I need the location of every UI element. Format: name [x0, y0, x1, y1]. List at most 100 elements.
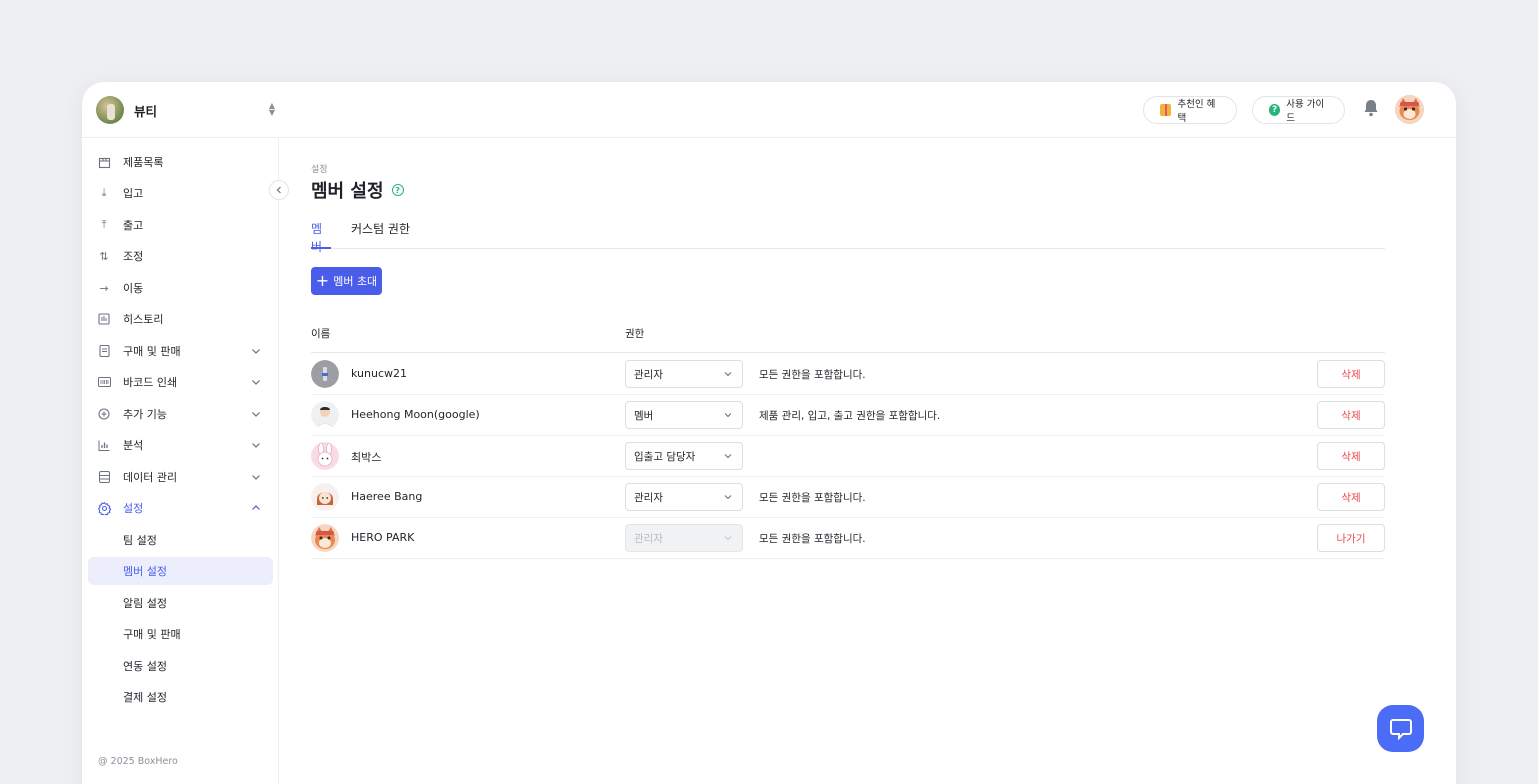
table-row: Heehong Moon(google) 멤버 제품 관리, 입고, 출고 권한…	[311, 395, 1385, 436]
sidebar-item-label: 설정	[123, 502, 144, 515]
gift-icon	[1160, 104, 1172, 116]
sidebar-subitem-label: 연동 설정	[123, 660, 167, 673]
sidebar-item-data-management[interactable]: 데이터 관리	[88, 463, 273, 491]
role-select[interactable]: 입출고 담당자	[625, 442, 743, 470]
team-switcher[interactable]: 뷰티 ▲ ▼	[96, 96, 275, 124]
tab-custom-permissions[interactable]: 커스텀 권한	[351, 220, 410, 249]
sidebar-subitem-member-settings[interactable]: 멤버 설정	[88, 557, 273, 585]
referral-button[interactable]: 추천인 혜택	[1143, 96, 1237, 124]
delete-button[interactable]: 삭제	[1317, 401, 1385, 429]
sidebar-item-add-ons[interactable]: 추가 기능	[88, 400, 273, 428]
delete-button[interactable]: 삭제	[1317, 360, 1385, 388]
bar-chart-icon	[96, 437, 112, 453]
page-title-text: 멤버 설정	[311, 181, 384, 202]
sidebar-item-purchase-sales[interactable]: 구매 및 판매	[88, 337, 273, 365]
sidebar-item-history[interactable]: 히스토리	[88, 305, 273, 333]
avatar	[311, 401, 339, 429]
sidebar-subitem-billing-settings[interactable]: 결제 설정	[88, 683, 273, 711]
collapse-sidebar-button[interactable]	[269, 180, 289, 200]
tab-members[interactable]: 멤버	[311, 220, 331, 254]
sidebar-subitem-purchase-sales[interactable]: 구매 및 판매	[88, 620, 273, 648]
top-bar: 뷰티 ▲ ▼ 추천인 혜택 ? 사용 가이드	[82, 82, 1456, 138]
gear-icon	[96, 500, 112, 516]
table-header: 이름 권한	[311, 318, 1385, 353]
page-title: 멤버 설정 ?	[311, 177, 404, 203]
database-icon	[96, 469, 112, 485]
copyright: @ 2025 BoxHero	[98, 756, 178, 767]
history-icon	[96, 311, 112, 327]
box-icon	[96, 154, 112, 170]
sidebar-subitem-label: 구매 및 판매	[123, 628, 181, 641]
sidebar-item-settings[interactable]: 설정	[88, 494, 273, 522]
role-select-value: 관리자	[634, 532, 663, 545]
role-select-value: 멤버	[634, 409, 654, 422]
sidebar-subitem-label: 팀 설정	[123, 534, 157, 547]
leave-button[interactable]: 나가기	[1317, 524, 1385, 552]
chevron-down-icon	[724, 454, 732, 459]
member-name: 최박스	[351, 451, 382, 464]
help-icon[interactable]: ?	[391, 184, 404, 196]
chat-icon	[1389, 718, 1412, 740]
plus-circle-icon	[96, 406, 112, 422]
delete-button[interactable]: 삭제	[1317, 483, 1385, 511]
referral-label: 추천인 혜택	[1177, 99, 1216, 124]
sidebar-item-label: 이동	[123, 282, 144, 295]
tab-bar: 멤버 커스텀 권한	[311, 220, 1385, 254]
table-row: kunucw21 관리자 모든 권한을 포함합니다. 삭제	[311, 354, 1385, 395]
table-row: 최박스 입출고 담당자 삭제	[311, 436, 1385, 477]
sidebar-item-move[interactable]: → 이동	[88, 274, 273, 302]
role-select[interactable]: 관리자	[625, 483, 743, 511]
sidebar-item-adjust[interactable]: ⇅ 조정	[88, 242, 273, 270]
chevron-down-icon	[724, 413, 732, 418]
breadcrumb[interactable]: 설정	[311, 162, 328, 175]
sidebar-item-label: 추가 기능	[123, 408, 167, 421]
member-name: kunucw21	[351, 367, 407, 380]
invite-member-label: 멤버 초대	[333, 275, 378, 288]
sidebar-subitem-label: 멤버 설정	[123, 565, 167, 578]
sidebar-item-label: 조정	[123, 250, 144, 263]
role-select[interactable]: 관리자	[625, 360, 743, 388]
sidebar-item-products[interactable]: 제품목록	[88, 148, 273, 176]
role-select-value: 관리자	[634, 368, 663, 381]
user-guide-label: 사용 가이드	[1286, 99, 1325, 124]
column-header-role: 권한	[625, 328, 645, 340]
table-row: HERO PARK 관리자 모든 권한을 포함합니다. 나가기	[311, 518, 1385, 559]
sidebar-item-label: 히스토리	[123, 313, 164, 326]
user-avatar[interactable]	[1395, 95, 1424, 124]
role-description: 모든 권한을 포함합니다.	[759, 369, 866, 381]
role-select[interactable]: 멤버	[625, 401, 743, 429]
sidebar-item-barcode-print[interactable]: 바코드 인쇄	[88, 368, 273, 396]
chevron-left-icon	[276, 186, 281, 194]
sidebar-item-label: 데이터 관리	[123, 471, 178, 484]
sidebar-item-analysis[interactable]: 분석	[88, 431, 273, 459]
sidebar-subitem-notification-settings[interactable]: 알림 설정	[88, 589, 273, 617]
sidebar-item-label: 제품목록	[123, 156, 164, 169]
chevron-down-icon	[252, 380, 260, 385]
avatar	[311, 442, 339, 470]
sidebar-item-stock-in[interactable]: ⤓ 입고	[88, 179, 273, 207]
chevron-down-icon	[252, 349, 260, 354]
member-name: HERO PARK	[351, 531, 415, 544]
sidebar-item-label: 바코드 인쇄	[123, 376, 178, 389]
avatar	[311, 483, 339, 511]
role-select: 관리자	[625, 524, 743, 552]
sidebar-subitem-integration-settings[interactable]: 연동 설정	[88, 652, 273, 680]
swap-icon: ⇅	[99, 249, 109, 263]
role-description: 모든 권한을 포함합니다.	[759, 533, 866, 545]
column-header-name: 이름	[311, 328, 331, 340]
bell-icon[interactable]	[1362, 98, 1380, 118]
barcode-icon	[96, 374, 112, 390]
sidebar-subitem-label: 알림 설정	[123, 597, 167, 610]
plus-icon: +	[315, 271, 330, 290]
sidebar-subitem-team-settings[interactable]: 팀 설정	[88, 526, 273, 554]
delete-button[interactable]: 삭제	[1317, 442, 1385, 470]
sidebar-subitem-label: 결제 설정	[123, 691, 167, 704]
user-guide-button[interactable]: ? 사용 가이드	[1252, 96, 1345, 124]
member-name: Heehong Moon(google)	[351, 408, 480, 421]
sidebar-item-label: 구매 및 판매	[123, 345, 181, 358]
sidebar-item-label: 출고	[123, 219, 144, 232]
sidebar-item-stock-out[interactable]: ⤒ 출고	[88, 211, 273, 239]
chevron-down-icon	[724, 536, 732, 541]
invite-member-button[interactable]: + 멤버 초대	[311, 267, 382, 295]
chat-support-button[interactable]	[1377, 705, 1424, 752]
